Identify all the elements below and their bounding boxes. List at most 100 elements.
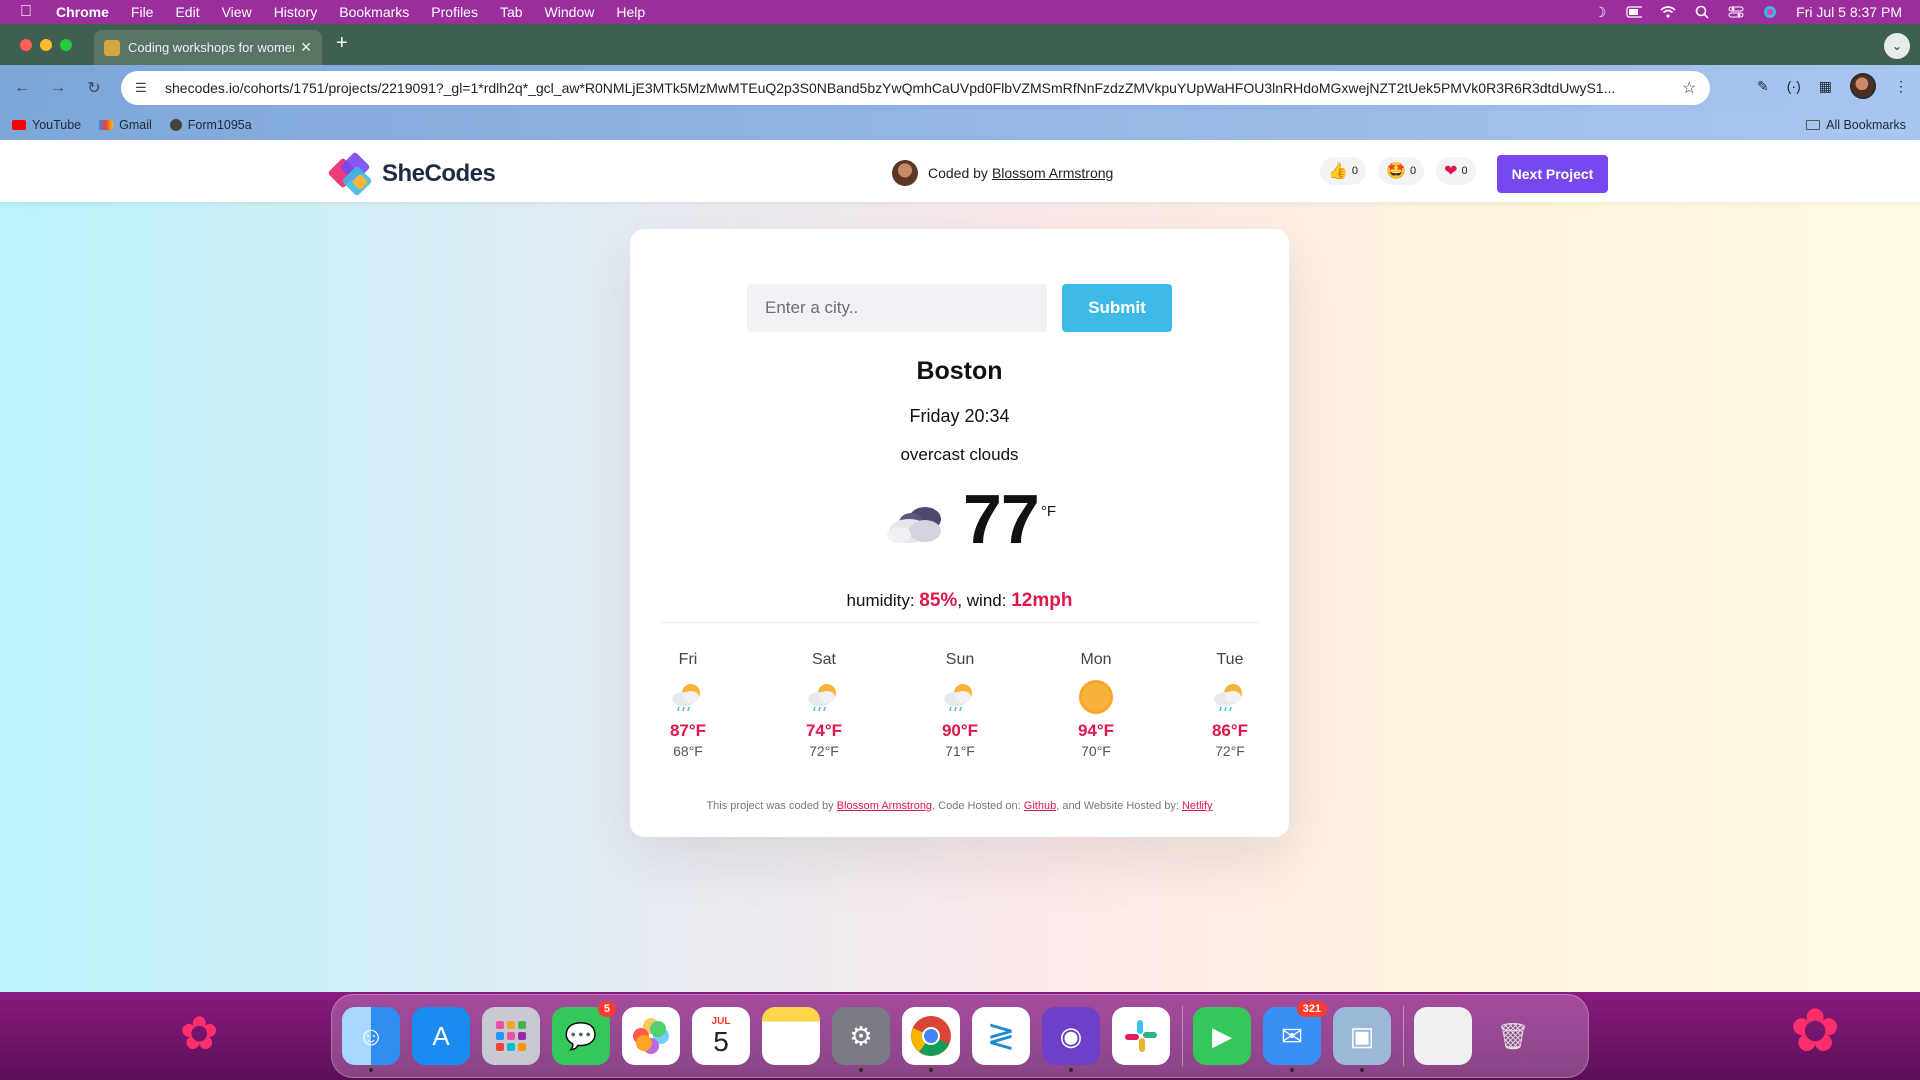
menu-view[interactable]: View — [222, 4, 252, 20]
all-bookmarks[interactable]: All Bookmarks — [1806, 118, 1906, 132]
system-settings-icon[interactable]: ⚙ — [832, 1007, 890, 1072]
close-tab-icon[interactable]: ✕ — [300, 39, 312, 56]
menu-help[interactable]: Help — [616, 4, 645, 20]
temperature-unit[interactable]: °F — [1041, 503, 1056, 520]
finder-icon[interactable]: ☺ — [342, 1007, 400, 1072]
globe-icon — [169, 119, 182, 131]
back-icon[interactable]: ← — [8, 79, 36, 97]
menu-app-name[interactable]: Chrome — [56, 4, 109, 20]
forecast-day-name: Tue — [1216, 651, 1244, 668]
forecast-high: 74°F — [805, 721, 843, 740]
divider — [660, 622, 1259, 623]
close-window-button[interactable] — [20, 39, 32, 51]
minimize-window-button[interactable] — [40, 39, 52, 51]
author-link[interactable]: Blossom Armstrong — [992, 165, 1113, 181]
menu-history[interactable]: History — [274, 4, 318, 20]
trash-icon[interactable]: 🗑 — [1484, 1007, 1542, 1065]
shecodes-logo[interactable]: SheCodes — [327, 151, 496, 197]
apple-icon[interactable]:  — [20, 3, 38, 21]
siri-icon[interactable] — [1762, 4, 1778, 20]
reaction-star-struck[interactable]: 🤩 0 — [1378, 157, 1425, 185]
dock: ☺ A 💬 5 JUL 5 ⚙ ≷ ◉ ▶ ✉ 321 ▣ 🗑 — [331, 994, 1589, 1078]
zoom-window-button[interactable] — [60, 39, 72, 51]
reaction-count: 0 — [1461, 165, 1468, 177]
bookmark-label: YouTube — [32, 118, 82, 132]
bookmark-label: Form1095a — [187, 118, 252, 132]
slack-icon[interactable] — [1112, 1007, 1170, 1065]
battery-icon[interactable] — [1626, 4, 1643, 20]
reaction-heart[interactable]: ❤ 0 — [1436, 157, 1476, 185]
reaction-count: 0 — [1351, 165, 1359, 177]
bookmark-star-icon[interactable]: ☆ — [1682, 78, 1710, 98]
launchpad-icon[interactable] — [482, 1007, 540, 1065]
menu-window[interactable]: Window — [545, 4, 595, 20]
desktop-dock-area: ✿ ✿ ☺ A 💬 5 JUL 5 ⚙ ≷ ◉ ▶ ✉ 321 ▣ 🗑 — [0, 992, 1920, 1080]
menu-clock[interactable]: Fri Jul 5 8:37 PM — [1796, 4, 1902, 20]
github-desktop-icon[interactable]: ◉ — [1042, 1007, 1100, 1072]
menu-bookmarks[interactable]: Bookmarks — [339, 4, 409, 20]
app-store-icon[interactable]: A — [412, 1007, 470, 1065]
new-tab-button[interactable]: + — [336, 32, 348, 55]
current-datetime: Friday 20:34 — [909, 406, 1010, 426]
tab-strip: Coding workshops for women ✕ + ⌄ — [0, 24, 1920, 65]
facetime-icon[interactable]: ▶ — [1193, 1007, 1251, 1065]
url-text[interactable]: shecodes.io/cohorts/1751/projects/221909… — [165, 80, 1682, 96]
wifi-icon[interactable] — [1660, 4, 1676, 20]
all-bookmarks-label: All Bookmarks — [1826, 118, 1906, 132]
github-link[interactable]: Github — [1024, 800, 1056, 812]
cloud-icon — [885, 497, 949, 551]
forward-icon[interactable]: → — [44, 79, 72, 97]
city-search-input[interactable] — [747, 284, 1047, 332]
photos-icon[interactable] — [622, 1007, 680, 1065]
notes-icon[interactable] — [762, 1007, 820, 1065]
extensions-puzzle-icon[interactable]: ▦ — [1819, 78, 1832, 95]
eyedropper-icon[interactable]: ✎ — [1757, 78, 1769, 95]
reaction-thumbs-up[interactable]: 👍 0 — [1320, 157, 1367, 185]
reload-icon[interactable]: ↻ — [80, 78, 108, 98]
shecodes-header: SheCodes Coded by Blossom Armstrong 👍 0 … — [0, 140, 1920, 202]
weather-stats: humidity: 85%, wind: 12mph — [630, 590, 1289, 612]
control-center-icon[interactable] — [1728, 4, 1744, 20]
wallpaper-flower: ✿ — [180, 1007, 219, 1059]
submit-button[interactable]: Submit — [1062, 284, 1172, 332]
search-icon[interactable] — [1694, 4, 1710, 20]
chrome-icon[interactable] — [902, 1007, 960, 1072]
menu-tab[interactable]: Tab — [500, 4, 523, 20]
bookmark-form1095a[interactable]: Form1095a — [169, 118, 252, 132]
preview-icon[interactable]: ▣ — [1333, 1007, 1391, 1072]
window-controls — [20, 39, 72, 51]
extension-code-icon[interactable]: (·) — [1787, 78, 1801, 94]
tab-search-button[interactable]: ⌄ — [1884, 33, 1910, 59]
wind-value: 12mph — [1011, 590, 1073, 611]
moon-icon[interactable]: ☽ — [1592, 4, 1608, 20]
next-project-button[interactable]: Next Project — [1497, 155, 1608, 193]
menu-profiles[interactable]: Profiles — [431, 4, 478, 20]
browser-tab[interactable]: Coding workshops for women ✕ — [94, 30, 322, 65]
calendar-day: 5 — [713, 1025, 729, 1057]
calendar-icon[interactable]: JUL 5 — [692, 1007, 750, 1065]
bookmark-youtube[interactable]: YouTube — [12, 118, 81, 132]
address-bar[interactable]: ☰ shecodes.io/cohorts/1751/projects/2219… — [121, 71, 1710, 105]
menu-file[interactable]: File — [131, 4, 154, 20]
bookmark-gmail[interactable]: Gmail — [99, 118, 152, 132]
sun-icon — [1077, 679, 1115, 715]
mail-icon[interactable]: ✉ 321 — [1263, 1001, 1327, 1072]
messages-badge: 5 — [597, 1001, 616, 1017]
youtube-icon — [12, 120, 26, 130]
coded-by-label: Coded by — [928, 165, 988, 181]
chrome-menu-icon[interactable]: ⋮ — [1894, 78, 1908, 95]
reactions: 👍 0 🤩 0 ❤ 0 — [1320, 157, 1476, 185]
site-info-icon[interactable]: ☰ — [135, 80, 153, 96]
messages-icon[interactable]: 💬 5 — [552, 1001, 616, 1065]
vscode-icon[interactable]: ≷ — [972, 1007, 1030, 1065]
credits-author-link[interactable]: Blossom Armstrong — [837, 800, 932, 812]
forecast-day-name: Fri — [678, 651, 698, 668]
menu-edit[interactable]: Edit — [175, 4, 199, 20]
credits-text: , Code Hosted on: — [932, 800, 1024, 812]
profile-avatar[interactable] — [1850, 73, 1876, 99]
netlify-link[interactable]: Netlify — [1182, 800, 1213, 812]
reaction-count: 0 — [1409, 165, 1417, 177]
downloads-stack-icon[interactable] — [1414, 1007, 1472, 1065]
sun-rain-icon — [1211, 679, 1249, 715]
forecast-low: 72°F — [809, 743, 839, 759]
